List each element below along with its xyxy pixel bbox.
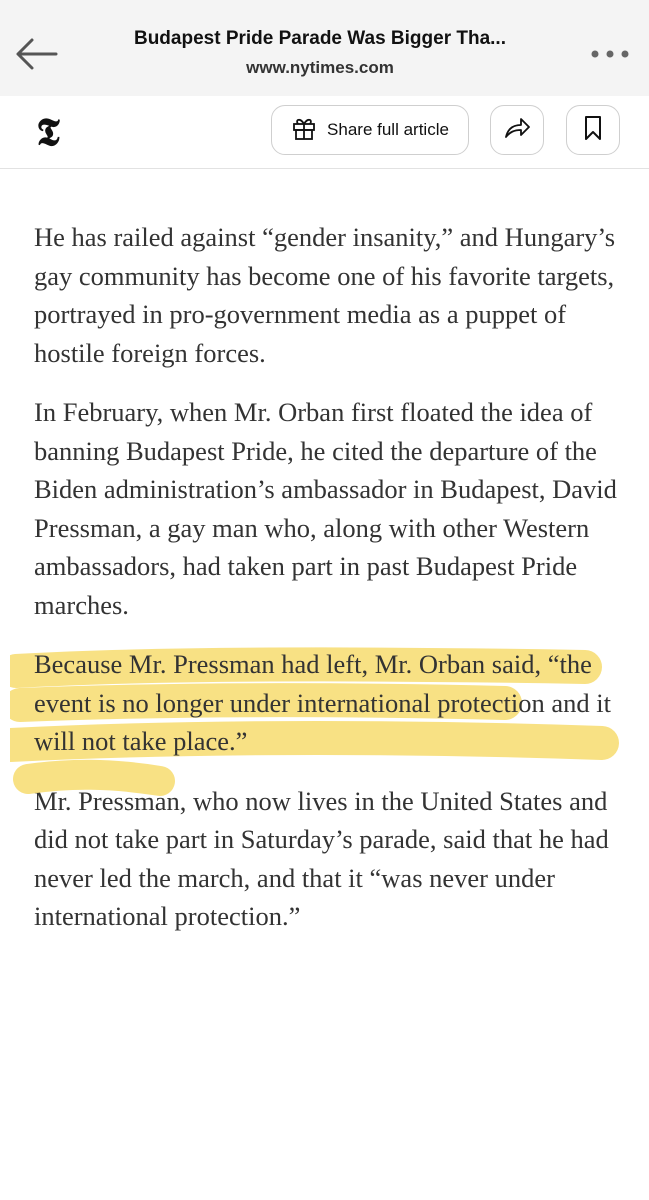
highlighted-passage: Because Mr. Pressman had left, Mr. Orban…	[10, 645, 634, 796]
article-paragraph: In February, when Mr. Orban first floate…	[34, 397, 617, 620]
share-button[interactable]	[490, 105, 544, 155]
page-url: www.nytimes.com	[246, 58, 394, 77]
page-title: Budapest Pride Parade Was Bigger Tha...	[133, 28, 506, 49]
article-paragraph-highlighted: Because Mr. Pressman had left, Mr. Orban…	[34, 649, 611, 756]
bookmark-icon	[582, 114, 604, 147]
article-paragraph: He has railed against “gender insanity,”…	[34, 222, 616, 368]
page-title-block: Budapest Pride Parade Was Bigger Tha... …	[80, 26, 560, 80]
share-full-article-button[interactable]: Share full article	[271, 105, 469, 155]
back-arrow-icon[interactable]	[12, 34, 58, 74]
share-full-article-label: Share full article	[327, 120, 449, 139]
article-paragraph: Mr. Pressman, who now lives in the Unite…	[34, 785, 609, 932]
more-dots-icon[interactable]	[587, 44, 633, 64]
nyt-logo[interactable]: 𝕿	[26, 108, 70, 156]
browser-toolbar: Budapest Pride Parade Was Bigger Tha... …	[0, 0, 649, 96]
site-header: 𝕿 Share full article	[0, 96, 649, 169]
article-body: He has railed against “gender insanity,”…	[10, 218, 634, 957]
share-arrow-icon	[502, 115, 532, 146]
bookmark-button[interactable]	[566, 105, 620, 155]
gift-icon	[291, 115, 317, 146]
